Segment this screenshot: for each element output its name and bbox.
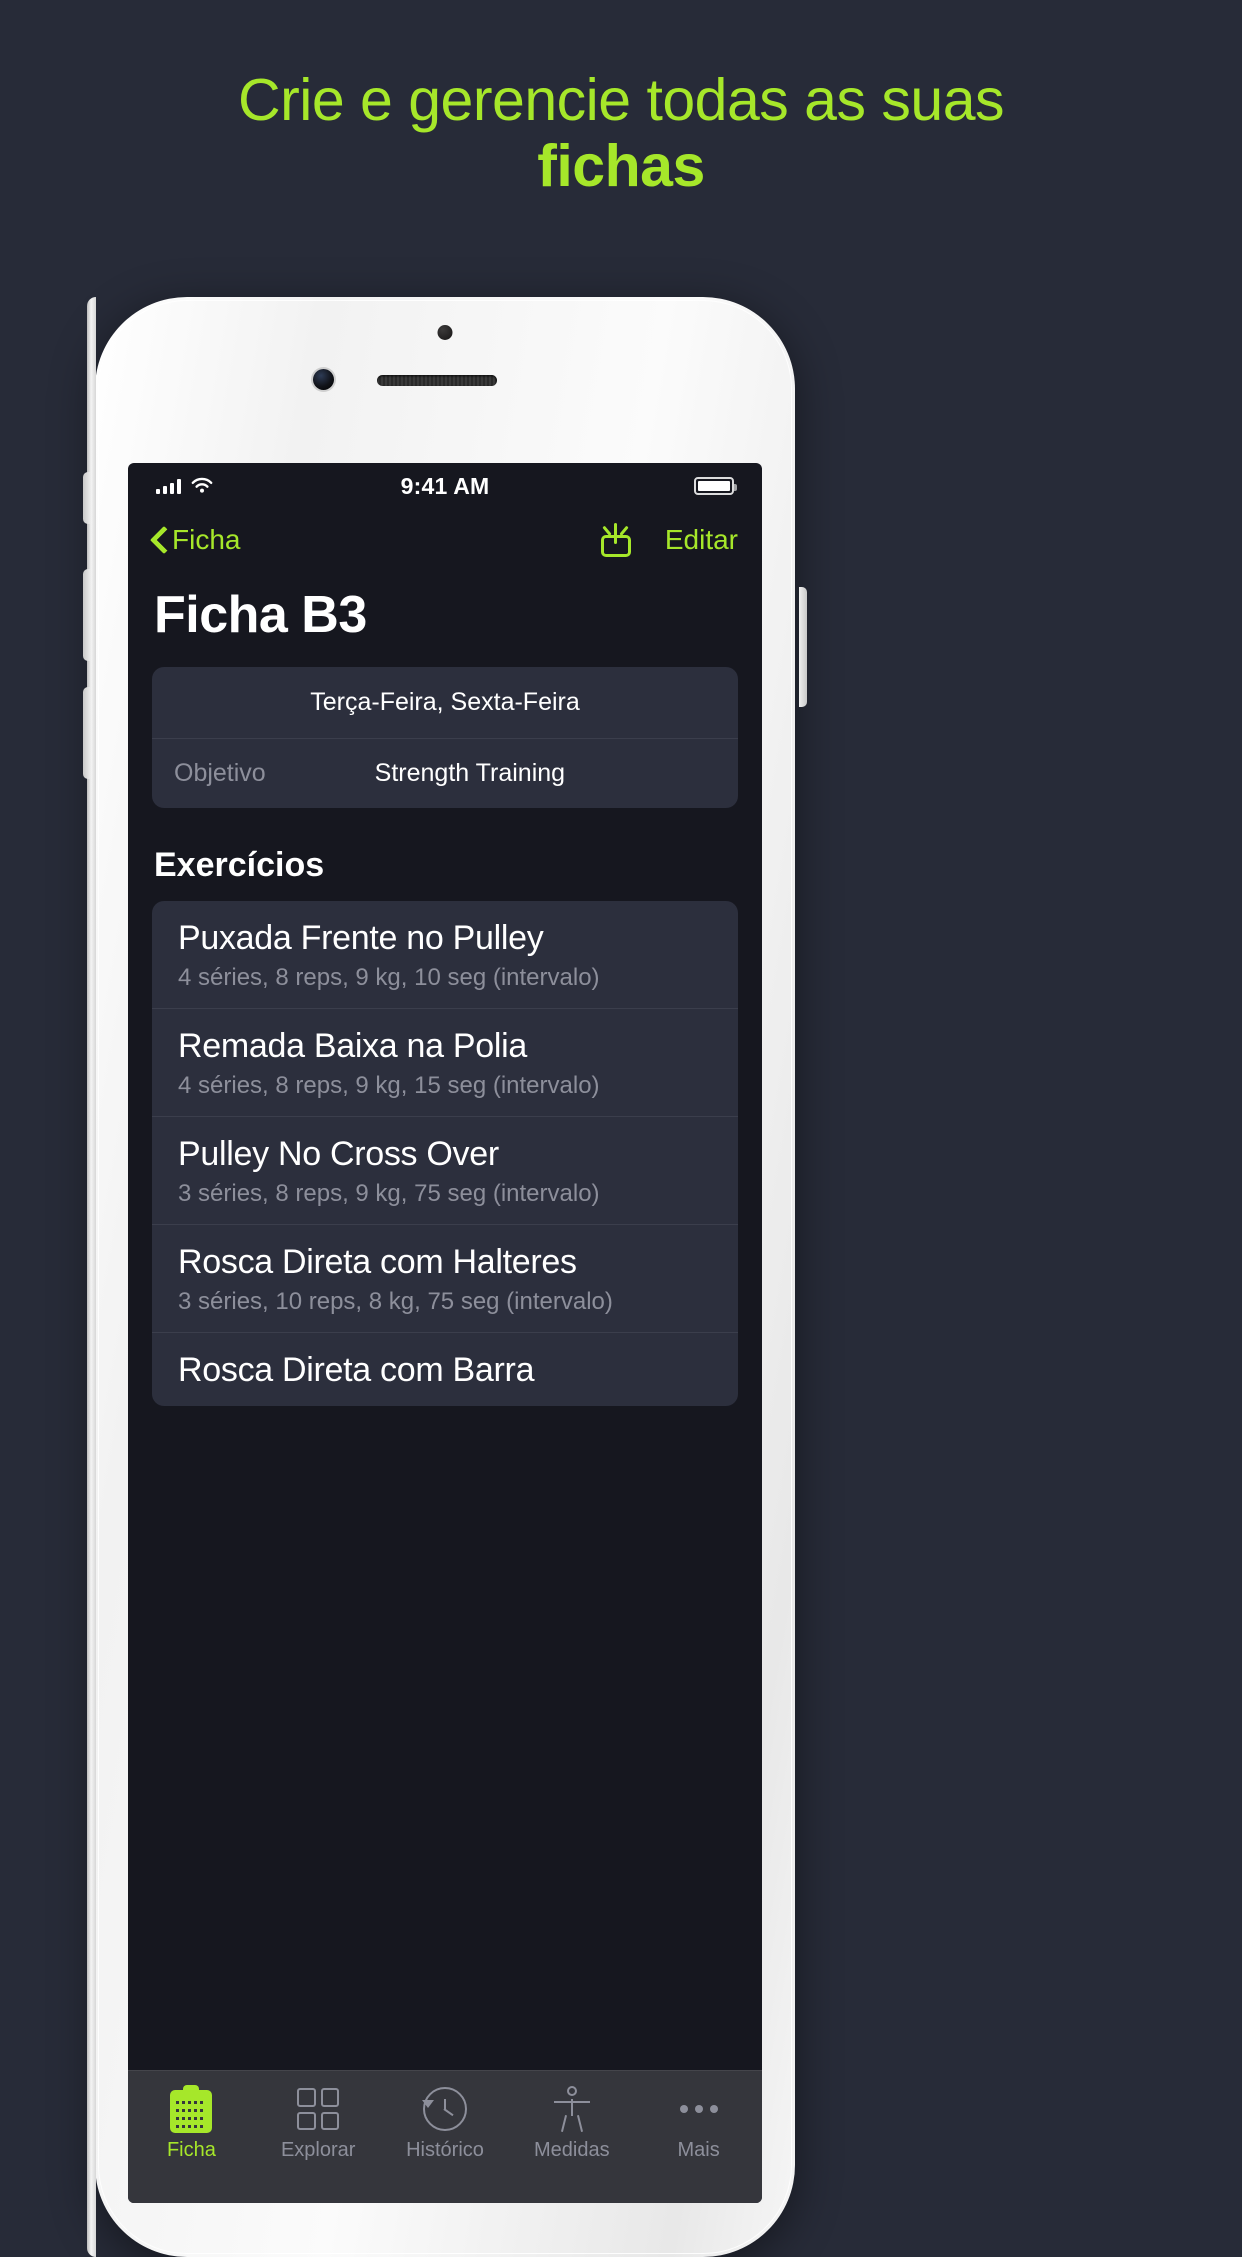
edit-button[interactable]: Editar — [665, 524, 738, 556]
list-item[interactable]: Remada Baixa na Polia 4 séries, 8 reps, … — [152, 1009, 738, 1117]
grid-icon — [297, 2088, 340, 2130]
tab-label: Medidas — [533, 2139, 610, 2161]
tab-ficha[interactable]: Ficha — [128, 2085, 255, 2162]
promo-line-1: Crie e gerencie todas as suas — [237, 67, 1005, 133]
exercise-detail: 4 séries, 8 reps, 9 kg, 10 seg (interval… — [178, 964, 600, 991]
list-item[interactable]: Puxada Frente no Pulley 4 séries, 8 reps… — [152, 901, 738, 1009]
status-bar-clock: 9:41 AM — [400, 472, 490, 499]
phone-screen: 9:41 AM Ficha Editar Ficha B3 Terça-Feir… — [128, 463, 762, 2203]
list-item[interactable]: Rosca Direta com Halteres 3 séries, 10 r… — [152, 1225, 738, 1333]
exercise-detail: 3 séries, 8 reps, 9 kg, 75 seg (interval… — [178, 1180, 600, 1207]
exercises-section-title: Exercícios — [154, 846, 325, 884]
battery-full-icon — [694, 477, 737, 495]
navigation-bar: Ficha Editar — [128, 509, 762, 571]
volume-up-button[interactable] — [83, 569, 91, 661]
workout-goal-label: Objetivo — [174, 759, 266, 787]
earpiece-speaker — [377, 375, 497, 386]
list-item[interactable]: Rosca Direta com Barra — [152, 1333, 738, 1406]
workout-goal-value: Strength Training — [374, 759, 566, 787]
exercise-detail: 4 séries, 8 reps, 9 kg, 15 seg (interval… — [178, 1072, 600, 1099]
ellipsis-icon — [679, 2105, 718, 2113]
status-bar: 9:41 AM — [128, 463, 762, 509]
power-button[interactable] — [799, 587, 807, 707]
exercise-name: Rosca Direta com Barra — [178, 1351, 535, 1389]
exercise-name: Remada Baixa na Polia — [178, 1027, 528, 1065]
tab-label: Ficha — [166, 2139, 216, 2161]
tab-label: Explorar — [280, 2139, 356, 2161]
status-bar-right — [694, 477, 737, 495]
front-camera — [313, 369, 334, 390]
share-icon[interactable] — [600, 523, 631, 557]
workout-goal-row[interactable]: Objetivo Strength Training — [152, 739, 738, 808]
workout-info-card: Terça-Feira, Sexta-Feira Objetivo Streng… — [152, 667, 738, 808]
promo-line-2: fichas — [537, 133, 705, 200]
clock-back-icon — [421, 2087, 467, 2131]
back-button[interactable]: Ficha — [152, 524, 240, 556]
silent-switch[interactable] — [83, 472, 91, 524]
page-title: Ficha B3 — [154, 586, 367, 644]
exercise-detail: 3 séries, 10 reps, 8 kg, 75 seg (interva… — [178, 1288, 613, 1315]
phone-mockup: 9:41 AM Ficha Editar Ficha B3 Terça-Feir… — [83, 297, 807, 2257]
workout-days: Terça-Feira, Sexta-Feira — [152, 667, 738, 739]
exercise-name: Pulley No Cross Over — [178, 1135, 499, 1173]
chevron-left-icon — [152, 527, 167, 553]
tab-explorar[interactable]: Explorar — [255, 2085, 382, 2162]
list-item[interactable]: Pulley No Cross Over 3 séries, 8 reps, 9… — [152, 1117, 738, 1225]
tab-label: Histórico — [406, 2139, 484, 2161]
tab-medidas[interactable]: Medidas — [508, 2085, 635, 2162]
clipboard-icon — [170, 2085, 213, 2133]
promo-headline: Crie e gerencie todas as suas fichas — [0, 70, 1242, 196]
tab-bar: Ficha Explorar Histórico Medidas Mais — [128, 2070, 762, 2203]
tab-mais[interactable]: Mais — [635, 2085, 762, 2162]
tab-label: Mais — [677, 2139, 720, 2161]
exercise-list: Puxada Frente no Pulley 4 séries, 8 reps… — [152, 901, 738, 1406]
back-button-label: Ficha — [172, 524, 241, 555]
proximity-sensor — [437, 325, 453, 340]
exercise-name: Rosca Direta com Halteres — [178, 1243, 577, 1281]
navigation-bar-actions: Editar — [600, 523, 738, 557]
volume-down-button[interactable] — [83, 687, 91, 779]
tab-historico[interactable]: Histórico — [382, 2085, 509, 2162]
exercise-name: Puxada Frente no Pulley — [178, 919, 544, 957]
body-figure-icon — [553, 2086, 590, 2132]
